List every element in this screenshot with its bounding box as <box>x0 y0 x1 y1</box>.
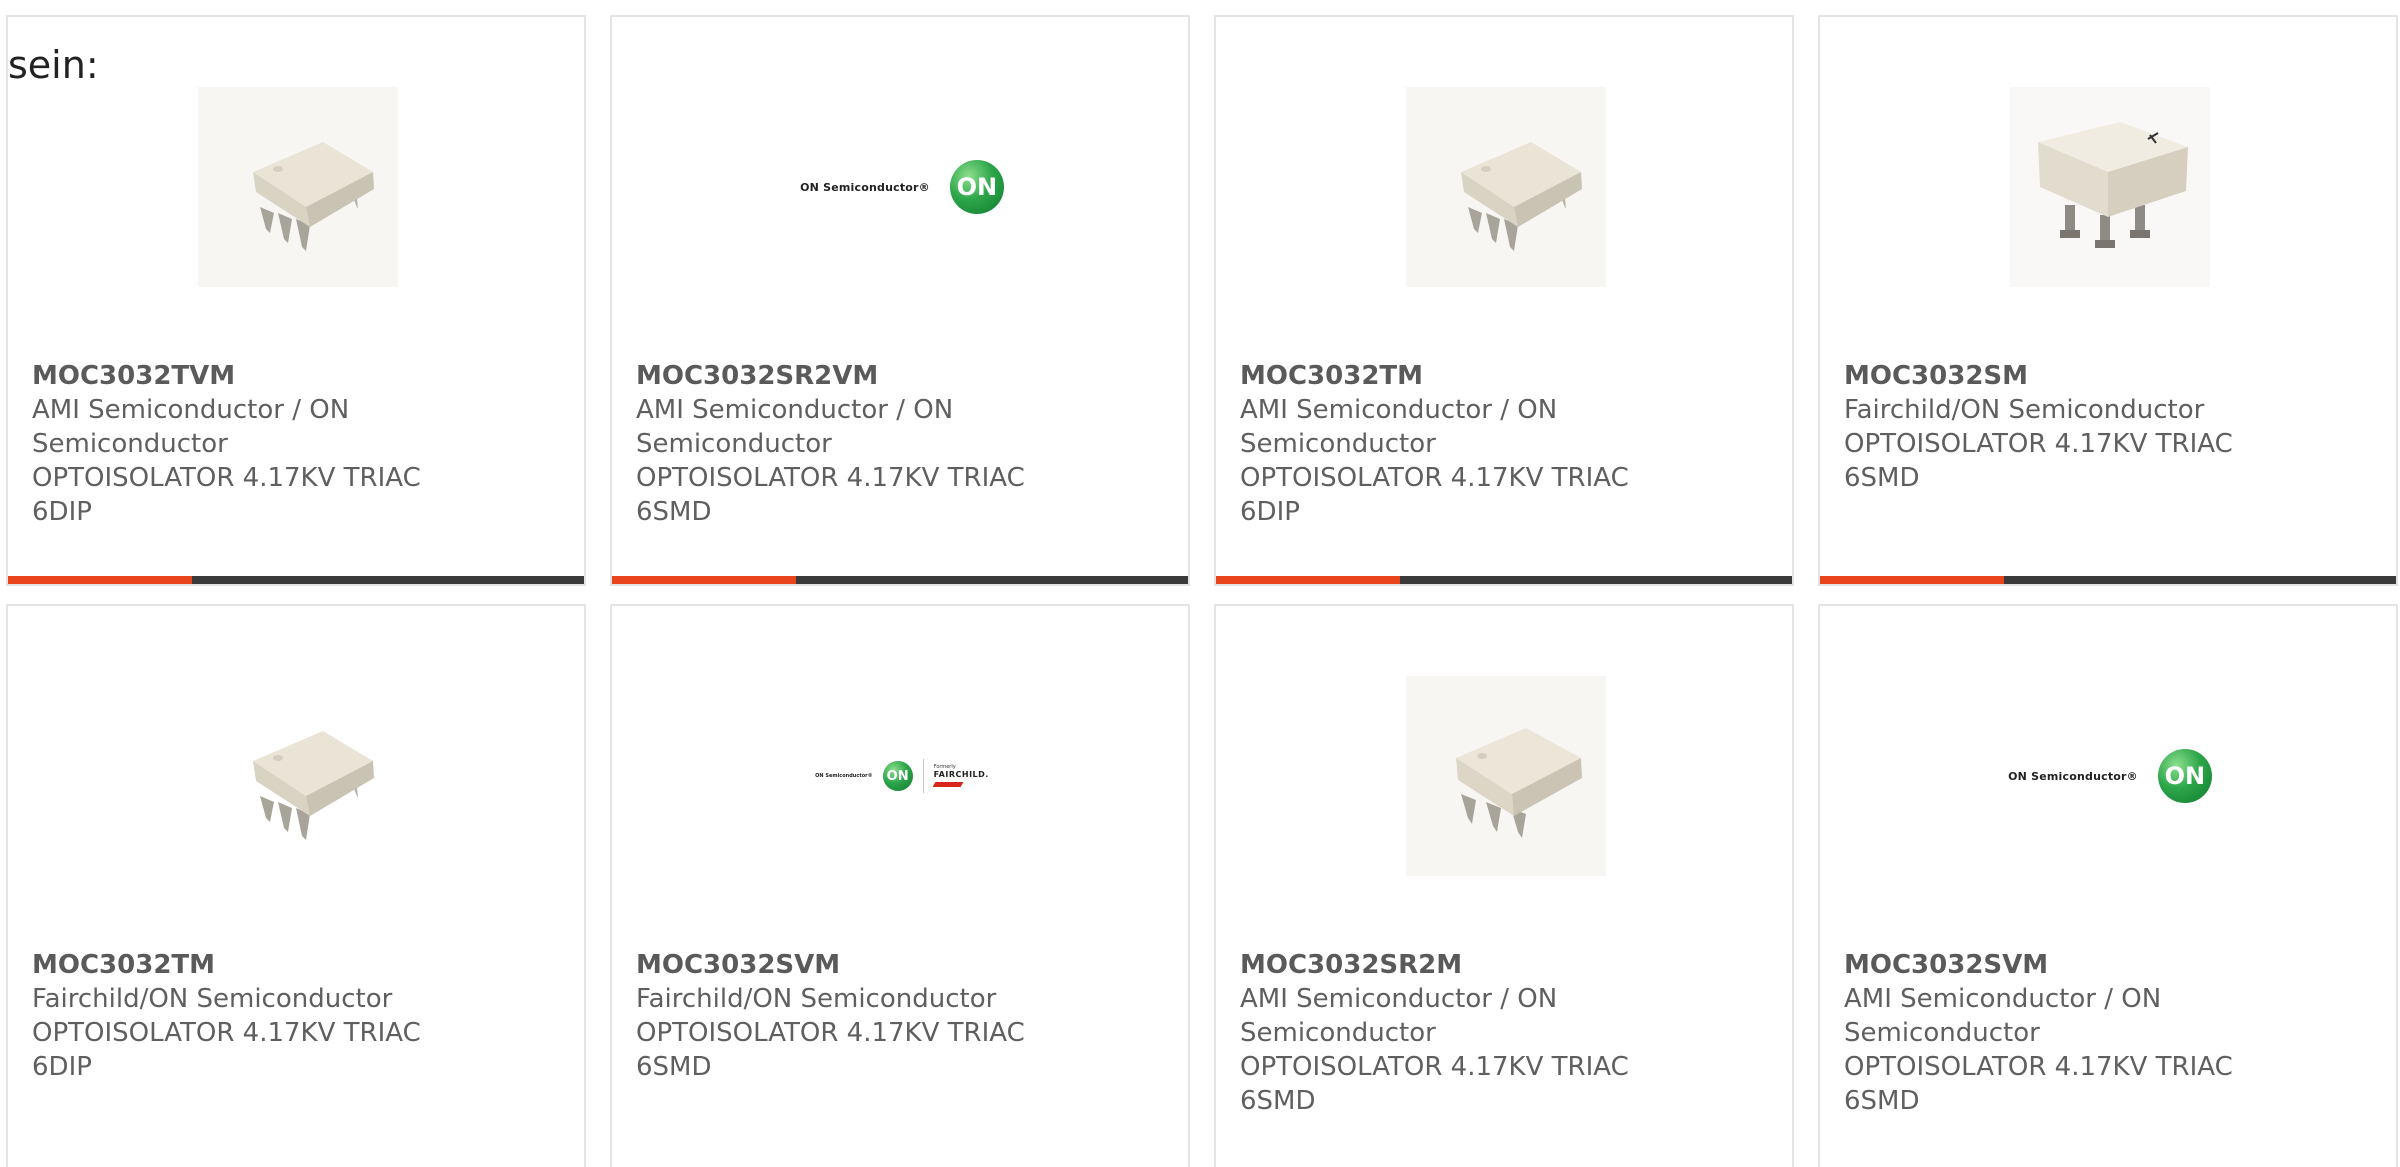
manufacturer: Fairchild/ON Semiconductor <box>636 984 997 1014</box>
on-semiconductor-logo: ON Semiconductor® ON <box>752 87 1052 287</box>
product-info: MOC3032TM Fairchild/ON Semiconductor OPT… <box>32 948 472 1084</box>
description: OPTOISOLATOR 4.17KV TRIAC 6SMD <box>1844 1052 2233 1116</box>
card-bottom-bar-accent <box>1216 576 1400 584</box>
part-number-link[interactable]: MOC3032SVM <box>1844 948 2284 982</box>
product-info: MOC3032SR2VM AMI Semiconductor / ON Semi… <box>636 359 1076 529</box>
card-bottom-bar <box>1216 576 1792 584</box>
manufacturer: AMI Semiconductor / ON Semiconductor <box>32 395 350 459</box>
product-card[interactable]: MOC3032TVM AMI Semiconductor / ON Semico… <box>6 15 586 586</box>
part-number-link[interactable]: MOC3032SVM <box>636 948 1076 982</box>
card-bottom-bar <box>8 576 584 584</box>
part-number-link[interactable]: MOC3032TVM <box>32 359 472 393</box>
card-bottom-bar <box>612 576 1188 584</box>
logo-text: ON Semiconductor® <box>2008 769 2138 783</box>
smd6-chip-icon <box>1406 676 1606 876</box>
on-semiconductor-logo: ON Semiconductor® ON <box>1960 676 2260 876</box>
description: OPTOISOLATOR 4.17KV TRIAC 6SMD <box>1240 1052 1629 1116</box>
product-grid-page: sein: MOC3032TVM AMI Semiconductor / ON … <box>0 0 2400 1167</box>
card-bottom-bar-accent <box>1820 576 2004 584</box>
logo-text: ON Semiconductor® <box>815 773 873 779</box>
intro-text: sein: <box>8 43 99 87</box>
fairchild-stripe-icon <box>932 781 964 787</box>
product-info: MOC3032SR2M AMI Semiconductor / ON Semic… <box>1240 948 1680 1118</box>
dip6-chip-icon <box>198 87 398 287</box>
manufacturer: Fairchild/ON Semiconductor <box>32 984 393 1014</box>
part-number-link[interactable]: MOC3032SR2M <box>1240 948 1680 982</box>
smd6-chip-icon <box>2010 87 2210 287</box>
product-info: MOC3032TM AMI Semiconductor / ON Semicon… <box>1240 359 1680 529</box>
card-bottom-bar-accent <box>8 576 192 584</box>
logo-text: ON Semiconductor® <box>800 180 930 194</box>
on-logo-icon: ON <box>2157 749 2212 803</box>
fairchild-logo: Formerly FAIRCHILD. <box>932 765 989 787</box>
manufacturer: Fairchild/ON Semiconductor <box>1844 395 2205 425</box>
part-number-link[interactable]: MOC3032SM <box>1844 359 2284 393</box>
logo-divider <box>922 759 924 793</box>
description: OPTOISOLATOR 4.17KV TRIAC 6DIP <box>32 1018 421 1082</box>
description: OPTOISOLATOR 4.17KV TRIAC 6SMD <box>636 463 1025 527</box>
product-card[interactable]: ON Semiconductor® ON MOC3032SR2VM AMI Se… <box>610 15 1190 586</box>
product-info: MOC3032TVM AMI Semiconductor / ON Semico… <box>32 359 472 529</box>
on-fairchild-logo: ON Semiconductor® ON Formerly FAIRCHILD. <box>752 676 1052 876</box>
product-card[interactable]: ON Semiconductor® ON MOC3032SVM AMI Semi… <box>1818 604 2398 1167</box>
logo-brand: FAIRCHILD. <box>933 769 989 779</box>
card-bottom-bar <box>1820 576 2396 584</box>
product-info: MOC3032SVM Fairchild/ON Semiconductor OP… <box>636 948 1076 1084</box>
on-logo-icon: ON <box>949 160 1004 214</box>
manufacturer: AMI Semiconductor / ON Semiconductor <box>636 395 954 459</box>
product-card[interactable]: ON Semiconductor® ON Formerly FAIRCHILD.… <box>610 604 1190 1167</box>
description: OPTOISOLATOR 4.17KV TRIAC 6SMD <box>636 1018 1025 1082</box>
description: OPTOISOLATOR 4.17KV TRIAC 6DIP <box>1240 463 1629 527</box>
card-bottom-bar-accent <box>612 576 796 584</box>
product-grid: MOC3032TVM AMI Semiconductor / ON Semico… <box>6 15 2398 1167</box>
dip6-chip-icon <box>1406 87 1606 287</box>
part-number-link[interactable]: MOC3032TM <box>32 948 472 982</box>
product-info: MOC3032SM Fairchild/ON Semiconductor OPT… <box>1844 359 2284 495</box>
product-card[interactable]: MOC3032SM Fairchild/ON Semiconductor OPT… <box>1818 15 2398 586</box>
product-card[interactable]: MOC3032TM AMI Semiconductor / ON Semicon… <box>1214 15 1794 586</box>
product-info: MOC3032SVM AMI Semiconductor / ON Semico… <box>1844 948 2284 1118</box>
part-number-link[interactable]: MOC3032SR2VM <box>636 359 1076 393</box>
dip6-chip-icon <box>198 676 398 876</box>
description: OPTOISOLATOR 4.17KV TRIAC 6DIP <box>32 463 421 527</box>
product-card[interactable]: MOC3032SR2M AMI Semiconductor / ON Semic… <box>1214 604 1794 1167</box>
manufacturer: AMI Semiconductor / ON Semiconductor <box>1240 984 1558 1048</box>
manufacturer: AMI Semiconductor / ON Semiconductor <box>1240 395 1558 459</box>
product-card[interactable]: MOC3032TM Fairchild/ON Semiconductor OPT… <box>6 604 586 1167</box>
part-number-link[interactable]: MOC3032TM <box>1240 359 1680 393</box>
description: OPTOISOLATOR 4.17KV TRIAC 6SMD <box>1844 429 2233 493</box>
manufacturer: AMI Semiconductor / ON Semiconductor <box>1844 984 2162 1048</box>
on-logo-icon: ON <box>882 761 913 791</box>
